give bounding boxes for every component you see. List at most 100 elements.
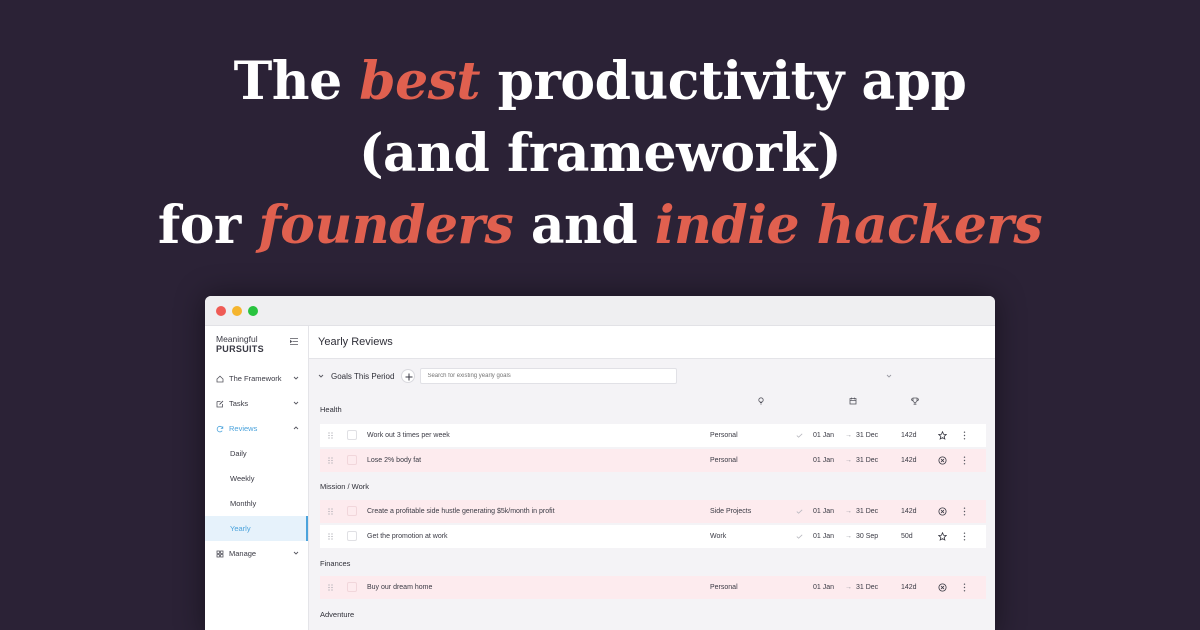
main-content: Yearly Reviews Goals This Period Health …: [309, 326, 995, 630]
home-icon: [216, 375, 224, 382]
sidebar: Meaningful PURSUITS The Framework Tasks …: [205, 326, 309, 630]
goal-duration: 142d: [901, 432, 917, 439]
goal-end-date: 31 Dec: [856, 457, 879, 464]
sidebar-item-label: Reviews: [229, 424, 258, 433]
sidebar-nav: The Framework Tasks Reviews Daily Weekly…: [205, 366, 308, 566]
chevron-down-icon: [293, 401, 299, 405]
sidebar-item-label: Weekly: [230, 474, 255, 483]
goal-row[interactable]: Lose 2% body fat Personal 01 Jan → 31 De…: [320, 449, 986, 472]
goal-category: Personal: [710, 584, 738, 591]
star-icon[interactable]: [938, 431, 947, 440]
group-label-health: Health: [320, 405, 342, 414]
brand-line-1: Meaningful: [216, 334, 258, 344]
goal-checkbox[interactable]: [347, 531, 357, 541]
maximize-window-button[interactable]: [248, 306, 258, 316]
cancel-circle-icon[interactable]: [938, 456, 947, 465]
goal-checkbox[interactable]: [347, 455, 357, 465]
lightbulb-icon: [758, 397, 764, 405]
page-title: Yearly Reviews: [318, 336, 393, 348]
goal-row[interactable]: Get the promotion at work Work 01 Jan → …: [320, 525, 986, 548]
goal-duration: 142d: [901, 457, 917, 464]
minimize-window-button[interactable]: [232, 306, 242, 316]
arrow-right-icon: →: [845, 432, 852, 439]
goal-start-date: 01 Jan: [813, 508, 835, 515]
sidebar-item-label: Tasks: [229, 399, 249, 408]
goal-checkbox[interactable]: [347, 430, 357, 440]
headline-line-1: The best productivity app: [0, 46, 1200, 118]
sidebar-item-tasks[interactable]: Tasks: [205, 391, 308, 416]
arrow-right-icon: →: [845, 584, 852, 591]
collapse-goals-icon[interactable]: [318, 373, 324, 379]
sidebar-item-label: Yearly: [230, 524, 251, 533]
goal-duration: 142d: [901, 584, 917, 591]
chevron-up-icon: [293, 426, 299, 430]
headline-accent: indie hackers: [654, 195, 1043, 256]
cancel-circle-icon[interactable]: [938, 507, 947, 516]
chevron-down-icon[interactable]: [886, 373, 892, 379]
check-icon: [796, 509, 803, 514]
check-icon: [796, 534, 803, 539]
headline-line-2: (and framework): [0, 118, 1200, 190]
goal-row[interactable]: Create a profitable side hustle generati…: [320, 500, 986, 523]
window-titlebar: [205, 296, 995, 326]
sidebar-item-weekly[interactable]: Weekly: [205, 466, 308, 491]
sidebar-item-yearly[interactable]: Yearly: [205, 516, 308, 541]
chevron-down-icon: [293, 376, 299, 380]
grid-icon: [216, 550, 224, 557]
plus-icon: [405, 373, 413, 381]
goal-category: Side Projects: [710, 508, 752, 515]
goals-toolbar: Goals This Period: [318, 368, 678, 384]
more-options-icon[interactable]: [963, 532, 966, 541]
sidebar-item-label: Monthly: [230, 499, 257, 508]
close-window-button[interactable]: [216, 306, 226, 316]
goal-row[interactable]: Work out 3 times per week Personal 01 Ja…: [320, 424, 986, 447]
sidebar-item-daily[interactable]: Daily: [205, 441, 308, 466]
goal-checkbox[interactable]: [347, 582, 357, 592]
check-icon: [796, 433, 803, 438]
more-options-icon[interactable]: [963, 456, 966, 465]
goal-duration: 50d: [901, 533, 913, 540]
goals-title: Goals This Period: [331, 371, 395, 381]
goal-checkbox[interactable]: [347, 506, 357, 516]
drag-handle-icon[interactable]: [328, 457, 333, 464]
sidebar-item-label: Manage: [229, 549, 257, 558]
goal-end-date: 31 Dec: [856, 584, 879, 591]
sidebar-item-reviews[interactable]: Reviews: [205, 416, 308, 441]
goal-duration: 142d: [901, 508, 917, 515]
sidebar-item-the-framework[interactable]: The Framework: [205, 366, 308, 391]
sidebar-item-label: The Framework: [229, 374, 282, 383]
goal-end-date: 30 Sep: [856, 533, 879, 540]
trophy-icon: [911, 397, 919, 405]
app-window: Meaningful PURSUITS The Framework Tasks …: [205, 296, 995, 630]
sidebar-item-monthly[interactable]: Monthly: [205, 491, 308, 516]
brand-logo[interactable]: Meaningful PURSUITS: [216, 334, 264, 354]
star-icon[interactable]: [938, 532, 947, 541]
add-goal-button[interactable]: [401, 369, 416, 383]
headline-text: The: [233, 51, 360, 112]
more-options-icon[interactable]: [963, 583, 966, 592]
more-options-icon[interactable]: [963, 431, 966, 440]
brand-line-2: PURSUITS: [216, 344, 264, 354]
group-label-mission-work: Mission / Work: [320, 482, 370, 491]
headline-accent: founders: [258, 195, 514, 256]
more-options-icon[interactable]: [963, 507, 966, 516]
search-goals-input[interactable]: [420, 368, 678, 384]
sidebar-item-manage[interactable]: Manage: [205, 541, 308, 566]
edit-icon: [216, 400, 224, 407]
headline-text: productivity app: [480, 51, 967, 112]
drag-handle-icon[interactable]: [328, 584, 333, 591]
group-label-finances: Finances: [320, 559, 351, 568]
drag-handle-icon[interactable]: [328, 533, 333, 540]
goal-start-date: 01 Jan: [813, 432, 835, 439]
collapse-sidebar-icon[interactable]: [290, 338, 298, 345]
goal-row[interactable]: Buy our dream home Personal 01 Jan → 31 …: [320, 576, 986, 599]
cancel-circle-icon[interactable]: [938, 583, 947, 592]
calendar-icon: [849, 397, 857, 405]
goal-category: Personal: [710, 432, 738, 439]
headline-line-3: for founders and indie hackers: [0, 190, 1200, 262]
goal-start-date: 01 Jan: [813, 584, 835, 591]
drag-handle-icon[interactable]: [328, 432, 333, 439]
group-label-adventure: Adventure: [320, 610, 355, 619]
drag-handle-icon[interactable]: [328, 508, 333, 515]
goal-title: Get the promotion at work: [367, 533, 448, 540]
